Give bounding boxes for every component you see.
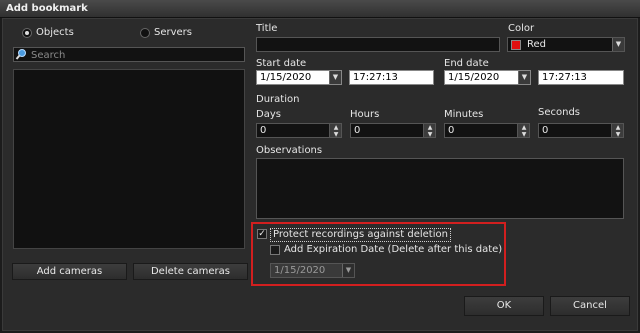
hours-stepper[interactable]: 0 ▲ ▼ xyxy=(350,123,436,138)
objects-radio[interactable] xyxy=(22,28,32,38)
minutes-label: Minutes xyxy=(444,109,484,120)
chevron-down-icon[interactable]: ▼ xyxy=(518,131,530,138)
search-input[interactable]: Search xyxy=(13,47,245,62)
hours-label: Hours xyxy=(350,109,380,120)
start-time-input[interactable]: 17:27:13 xyxy=(349,70,434,85)
cancel-button[interactable]: Cancel xyxy=(550,296,630,316)
days-stepper[interactable]: 0 ▲ ▼ xyxy=(256,123,342,138)
expiration-date-value: 1/15/2020 xyxy=(274,265,326,276)
chevron-down-icon[interactable]: ▼ xyxy=(612,38,624,51)
protect-recordings-checkbox[interactable]: ✓ xyxy=(257,229,267,239)
chevron-down-icon[interactable]: ▼ xyxy=(518,71,530,84)
expiration-date-checkbox[interactable] xyxy=(270,245,280,255)
chevron-down-icon[interactable]: ▼ xyxy=(330,131,342,138)
chevron-up-icon[interactable]: ▲ xyxy=(518,124,530,131)
stepper-buttons[interactable]: ▲ ▼ xyxy=(423,124,436,138)
search-icon xyxy=(15,48,29,61)
color-swatch xyxy=(511,40,521,50)
search-placeholder: Search xyxy=(31,50,66,61)
expiration-date-label: Add Expiration Date (Delete after this d… xyxy=(284,244,503,255)
seconds-label: Seconds xyxy=(538,107,581,118)
stepper-buttons[interactable]: ▲ ▼ xyxy=(329,124,342,138)
hours-value: 0 xyxy=(354,125,361,136)
title-bar: Add bookmark xyxy=(0,0,640,18)
chevron-up-icon[interactable]: ▲ xyxy=(612,124,624,131)
stepper-buttons[interactable]: ▲ ▼ xyxy=(611,124,624,138)
color-value: Red xyxy=(527,39,546,50)
duration-label: Duration xyxy=(256,94,300,105)
delete-cameras-button[interactable]: Delete cameras xyxy=(133,263,248,280)
seconds-stepper[interactable]: 0 ▲ ▼ xyxy=(538,123,624,138)
ok-button[interactable]: OK xyxy=(464,296,544,316)
color-select[interactable]: Red ▼ xyxy=(507,37,625,52)
servers-radio-label: Servers xyxy=(154,27,193,38)
chevron-down-icon[interactable]: ▼ xyxy=(612,131,624,138)
chevron-down-icon[interactable]: ▼ xyxy=(342,264,354,277)
chevron-up-icon[interactable]: ▲ xyxy=(424,124,436,131)
servers-radio[interactable] xyxy=(140,28,150,38)
days-label: Days xyxy=(256,109,281,120)
end-date-picker[interactable]: 1/15/2020 ▼ xyxy=(444,70,531,85)
start-date-picker[interactable]: 1/15/2020 ▼ xyxy=(256,70,342,85)
protect-recordings-label: Protect recordings against deletion xyxy=(270,228,451,242)
expiration-date-picker[interactable]: 1/15/2020 ▼ xyxy=(270,263,355,278)
minutes-stepper[interactable]: 0 ▲ ▼ xyxy=(444,123,530,138)
chevron-down-icon[interactable]: ▼ xyxy=(329,71,341,84)
start-date-value: 1/15/2020 xyxy=(260,72,312,83)
title-input[interactable] xyxy=(256,37,500,52)
window-title: Add bookmark xyxy=(6,3,88,14)
color-label: Color xyxy=(508,23,535,34)
end-date-label: End date xyxy=(444,58,489,69)
stepper-buttons[interactable]: ▲ ▼ xyxy=(517,124,530,138)
days-value: 0 xyxy=(260,125,267,136)
chevron-up-icon[interactable]: ▲ xyxy=(330,124,342,131)
observations-label: Observations xyxy=(256,145,323,156)
objects-radio-label: Objects xyxy=(36,27,74,38)
chevron-down-icon[interactable]: ▼ xyxy=(424,131,436,138)
camera-list[interactable] xyxy=(13,69,245,249)
minutes-value: 0 xyxy=(448,125,455,136)
add-cameras-button[interactable]: Add cameras xyxy=(12,263,127,280)
observations-textarea[interactable] xyxy=(256,158,624,219)
start-date-label: Start date xyxy=(256,58,307,69)
end-date-value: 1/15/2020 xyxy=(448,72,500,83)
checkmark-icon: ✓ xyxy=(258,229,266,239)
end-time-input[interactable]: 17:27:13 xyxy=(538,70,624,85)
seconds-value: 0 xyxy=(542,125,549,136)
title-label: Title xyxy=(256,23,278,34)
